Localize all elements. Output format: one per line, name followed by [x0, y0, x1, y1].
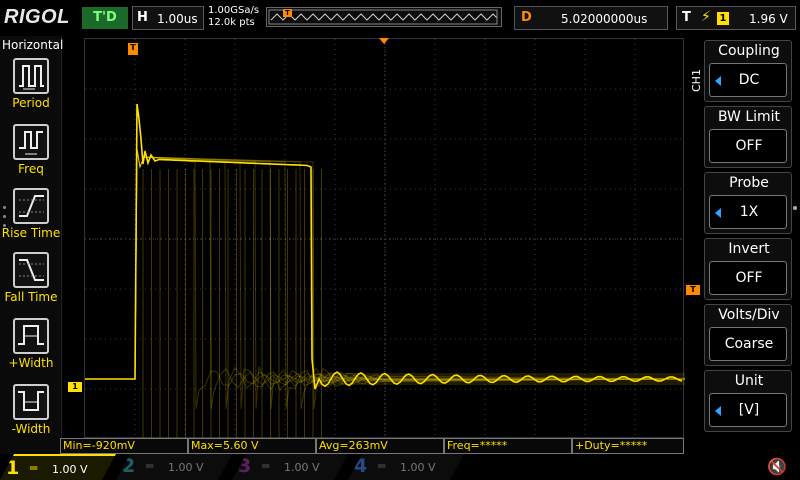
channel-scale: 1.00 V	[168, 461, 204, 474]
measure-item-label: -Width	[11, 422, 51, 436]
horizontal-timebase[interactable]: H 1.00us	[132, 6, 204, 30]
trigger-source-badge: 1	[717, 12, 729, 25]
trigger-level-marker[interactable]: T	[686, 285, 700, 295]
measurement-freq[interactable]: Freq=*****	[444, 438, 572, 454]
ch1-offset-marker[interactable]: 1	[68, 382, 82, 392]
measure-item-fall-time[interactable]: Fall Time	[0, 252, 62, 312]
trigger-key: T	[682, 10, 691, 25]
softkey-value-box: OFF	[709, 129, 787, 163]
softkey-value-box: [V]	[709, 393, 787, 427]
channel-3-tab[interactable]: 3 ═ 1.00 V	[232, 454, 348, 480]
top-status-bar: RIGOL T'D H 1.00us 1.00GSa/s 12.0k pts T…	[0, 0, 800, 36]
softkey-title: Coupling	[718, 43, 780, 59]
horizontal-delay[interactable]: D 5.02000000us	[514, 6, 668, 30]
dc-coupling-icon: ═	[30, 461, 38, 475]
bw-limit-softkey[interactable]: BW Limit OFF	[704, 106, 792, 168]
waveform-svg	[85, 39, 685, 439]
measure-item-label: Rise Time	[1, 226, 61, 240]
channel-scale: 1.00 V	[284, 461, 320, 474]
measure-item-period[interactable]: Period	[0, 58, 62, 118]
trigger-level-value: 1.96 V	[749, 12, 788, 26]
trigger-status-badge: T'D	[82, 7, 128, 29]
period-icon	[13, 58, 49, 94]
softkey-value: 1X	[739, 204, 759, 220]
rising-edge-icon: ⚡	[701, 9, 711, 25]
fall-time-icon	[13, 252, 49, 288]
channel-number: 1	[6, 457, 20, 479]
memory-overview-strip: T	[266, 7, 502, 27]
measure-item-positive-width[interactable]: +Width	[0, 318, 62, 378]
measurement-bar: Min=-920mV Max=5.60 V Avg=263mV Freq=***…	[60, 438, 684, 454]
softkey-title: Invert	[728, 241, 770, 257]
memory-depth: 12.0k pts	[208, 17, 255, 28]
softkey-value-box: 1X	[709, 195, 787, 229]
measure-sidebar: Horizontal Period Freq Rise Time Fall Ti…	[0, 36, 64, 456]
speaker-mute-icon[interactable]: 🔇	[764, 457, 790, 477]
softkey-value: Coarse	[724, 336, 774, 352]
volts-div-softkey[interactable]: Volts/Div Coarse	[704, 304, 792, 366]
channel-number: 3	[238, 455, 252, 477]
trigger-position-marker[interactable]: T	[128, 43, 138, 55]
timebase-value: 1.00us	[157, 12, 198, 26]
channel-number: 4	[354, 455, 368, 477]
frequency-icon	[13, 124, 49, 160]
measure-item-label: Period	[12, 96, 50, 110]
delay-value: 5.02000000us	[561, 12, 648, 26]
acquisition-info: 1.00GSa/s 12.0k pts	[208, 5, 259, 29]
measure-item-label: Fall Time	[4, 290, 58, 304]
delay-key: D	[521, 10, 532, 25]
measurement-avg[interactable]: Avg=263mV	[316, 438, 444, 454]
softkey-title: Probe	[729, 175, 769, 191]
softkey-value: OFF	[735, 270, 763, 286]
unit-softkey[interactable]: Unit [V]	[704, 370, 792, 432]
dc-coupling-icon: ═	[146, 459, 154, 473]
measure-item-freq[interactable]: Freq	[0, 124, 62, 184]
measurement-duty[interactable]: +Duty=*****	[572, 438, 684, 454]
channel-menu-label: CH1	[690, 69, 703, 92]
softkey-value-box: DC	[709, 63, 787, 97]
channel-4-tab[interactable]: 4 ═ 1.00 V	[348, 454, 464, 480]
memory-trigger-marker: T	[283, 9, 292, 17]
softkey-value-box: Coarse	[709, 327, 787, 361]
softkey-value: [V]	[738, 402, 760, 418]
softkey-title: BW Limit	[717, 109, 781, 125]
horizontal-key: H	[137, 10, 148, 25]
dc-coupling-icon: ═	[262, 459, 270, 473]
softkey-value-box: OFF	[709, 261, 787, 295]
measure-item-label: +Width	[8, 356, 54, 370]
channel-2-tab[interactable]: 2 ═ 1.00 V	[116, 454, 232, 480]
softkey-value: DC	[738, 72, 760, 88]
negative-width-icon	[13, 384, 49, 420]
channel-scale: 1.00 V	[52, 463, 88, 476]
measurement-min[interactable]: Min=-920mV	[60, 438, 188, 454]
softkey-value: OFF	[735, 138, 763, 154]
channel-bar: 1 ═ 1.00 V 2 ═ 1.00 V 3 ═ 1.00 V 4 ═ 1.0…	[0, 454, 800, 480]
waveform-display[interactable]	[84, 38, 685, 439]
measure-item-negative-width[interactable]: -Width	[0, 384, 62, 444]
probe-softkey[interactable]: Probe 1X	[704, 172, 792, 234]
softkey-title: Unit	[734, 373, 764, 389]
channel-number: 2	[122, 455, 136, 477]
channel-1-tab[interactable]: 1 ═ 1.00 V	[0, 454, 116, 480]
settling-band	[315, 373, 685, 385]
measurement-max[interactable]: Max=5.60 V	[188, 438, 316, 454]
memory-waveform-icon	[268, 9, 498, 25]
rigol-logo: RIGOL	[4, 6, 70, 28]
coupling-softkey[interactable]: Coupling DC	[704, 40, 792, 102]
measure-item-rise-time[interactable]: Rise Time	[0, 188, 62, 248]
ch1-trace	[85, 103, 683, 390]
rise-time-icon	[13, 188, 49, 224]
measure-item-label: Freq	[18, 162, 44, 176]
sidebar-title: Horizontal	[2, 38, 64, 52]
softkey-title: Volts/Div	[718, 307, 780, 323]
horizontal-center-marker	[379, 38, 389, 44]
channel-scale: 1.00 V	[400, 461, 436, 474]
trigger-settings[interactable]: T ⚡ 1 1.96 V	[676, 6, 796, 30]
sample-rate: 1.00GSa/s	[208, 5, 260, 16]
dc-coupling-icon: ═	[378, 459, 386, 473]
positive-width-icon	[13, 318, 49, 354]
invert-softkey[interactable]: Invert OFF	[704, 238, 792, 300]
menu-page-indicator	[793, 206, 797, 210]
